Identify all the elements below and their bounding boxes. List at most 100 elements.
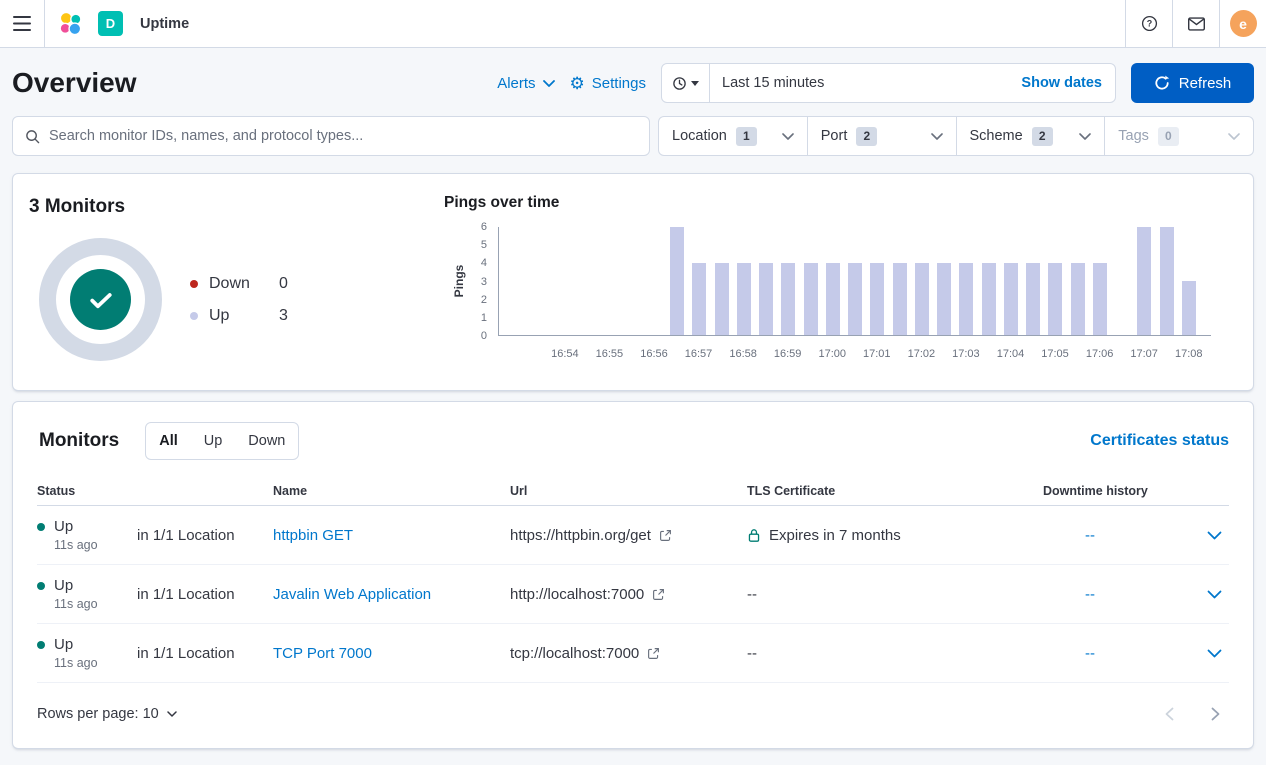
ping-bar	[1182, 281, 1196, 335]
tab-up[interactable]: Up	[191, 423, 236, 459]
elastic-logo[interactable]	[45, 10, 98, 37]
ping-bar	[915, 263, 929, 335]
table-row: Up 11s ago in 1/1 Location TCP Port 7000…	[37, 624, 1229, 683]
x-tick-label: 16:58	[729, 348, 757, 360]
external-link-icon[interactable]	[647, 647, 660, 660]
x-tick-label: 17:06	[1086, 348, 1114, 360]
deployment-badge[interactable]: D	[98, 11, 123, 36]
downtime-history: --	[1043, 645, 1199, 662]
settings-button[interactable]: ⚙ Settings	[570, 75, 646, 92]
chevron-down-icon	[167, 711, 177, 717]
chevron-down-icon	[782, 133, 794, 140]
ping-bar	[1137, 227, 1151, 335]
y-tick-label: 1	[481, 312, 487, 324]
x-tick-label: 17:01	[863, 348, 891, 360]
tab-all[interactable]: All	[146, 423, 191, 459]
table-row: Up 11s ago in 1/1 Location Javalin Web A…	[37, 565, 1229, 624]
status-text: Up	[54, 636, 73, 653]
table-footer: Rows per page: 10	[13, 683, 1253, 748]
monitor-name-link[interactable]: Javalin Web Application	[273, 586, 431, 603]
page-header: Overview Alerts ⚙ Settings Last 15 minut…	[0, 48, 1266, 116]
tab-down[interactable]: Down	[235, 423, 298, 459]
x-tick-label: 16:55	[596, 348, 624, 360]
refresh-icon	[1154, 75, 1170, 91]
help-icon: ?	[1141, 15, 1158, 32]
status-dot	[37, 523, 45, 531]
ping-bar	[959, 263, 973, 335]
x-tick-label: 16:54	[551, 348, 579, 360]
ping-bar	[737, 263, 751, 335]
legend-down-label: Down	[209, 275, 279, 293]
ping-bar	[1071, 263, 1085, 335]
expand-row-button[interactable]	[1199, 579, 1229, 609]
menu-button[interactable]	[0, 0, 45, 47]
chart-y-ticks: 0123456	[459, 227, 493, 336]
ping-bar	[1160, 227, 1174, 335]
y-tick-label: 3	[481, 276, 487, 288]
ping-bar	[982, 263, 996, 335]
user-menu-button[interactable]: e	[1219, 0, 1266, 47]
downtime-history: --	[1043, 527, 1199, 544]
gear-icon: ⚙	[570, 75, 585, 92]
certificates-status-link[interactable]: Certificates status	[1090, 432, 1229, 450]
monitor-name-link[interactable]: TCP Port 7000	[273, 645, 372, 662]
col-url: Url	[510, 484, 747, 498]
monitor-url: http://localhost:7000	[510, 586, 644, 603]
location-cell: in 1/1 Location	[137, 527, 273, 544]
time-range-value[interactable]: Last 15 minutes	[710, 75, 1008, 91]
table-row: Up 11s ago in 1/1 Location httpbin GET h…	[37, 506, 1229, 565]
filter-port[interactable]: Port 2	[808, 117, 957, 155]
tls-expiry: --	[747, 586, 757, 603]
y-tick-label: 6	[481, 221, 487, 233]
pagination	[1155, 700, 1229, 728]
filter-port-count: 2	[856, 127, 877, 146]
monitor-url: https://httpbin.org/get	[510, 527, 651, 544]
chevron-left-icon	[1165, 707, 1174, 721]
status-text: Up	[54, 577, 73, 594]
filter-tags-count: 0	[1158, 127, 1179, 146]
rows-per-page-label: Rows per page: 10	[37, 706, 159, 722]
status-dot	[37, 582, 45, 590]
prev-page-button	[1155, 700, 1183, 728]
monitor-url: tcp://localhost:7000	[510, 645, 639, 662]
menu-icon	[13, 16, 31, 31]
chevron-down-icon	[543, 80, 555, 87]
status-donut-chart	[39, 238, 162, 361]
y-tick-label: 5	[481, 239, 487, 251]
ping-bar	[670, 227, 684, 335]
pings-bar-chart	[498, 227, 1211, 336]
monitors-count-title: 3 Monitors	[29, 196, 125, 218]
newsfeed-button[interactable]	[1172, 0, 1219, 47]
ping-bar	[759, 263, 773, 335]
quick-select-button[interactable]	[662, 64, 710, 102]
external-link-icon[interactable]	[652, 588, 665, 601]
refresh-button[interactable]: Refresh	[1131, 63, 1254, 103]
search-input[interactable]	[49, 128, 637, 144]
filter-scheme[interactable]: Scheme 2	[957, 117, 1106, 155]
ping-bar	[1004, 263, 1018, 335]
down-dot-icon	[190, 280, 198, 288]
col-status: Status	[37, 484, 137, 498]
chevron-down-icon	[1207, 649, 1222, 658]
monitor-name-link[interactable]: httpbin GET	[273, 527, 353, 544]
chevron-down-icon	[1207, 590, 1222, 599]
search-icon	[25, 129, 40, 144]
rows-per-page-button[interactable]: Rows per page: 10	[37, 706, 177, 722]
last-check-time: 11s ago	[54, 597, 137, 611]
chevron-down-icon	[1079, 133, 1091, 140]
next-page-button[interactable]	[1201, 700, 1229, 728]
expand-row-button[interactable]	[1199, 638, 1229, 668]
ping-bar	[937, 263, 951, 335]
ping-bar	[1026, 263, 1040, 335]
last-check-time: 11s ago	[54, 656, 137, 670]
expand-row-button[interactable]	[1199, 520, 1229, 550]
alerts-dropdown[interactable]: Alerts	[497, 75, 554, 92]
show-dates-button[interactable]: Show dates	[1008, 75, 1115, 91]
x-tick-label: 17:04	[997, 348, 1025, 360]
monitors-table: Status Name Url TLS Certificate Downtime…	[13, 462, 1253, 683]
filter-location[interactable]: Location 1	[659, 117, 808, 155]
help-button[interactable]: ?	[1125, 0, 1172, 47]
external-link-icon[interactable]	[659, 529, 672, 542]
refresh-label: Refresh	[1179, 75, 1232, 92]
x-tick-label: 16:56	[640, 348, 668, 360]
